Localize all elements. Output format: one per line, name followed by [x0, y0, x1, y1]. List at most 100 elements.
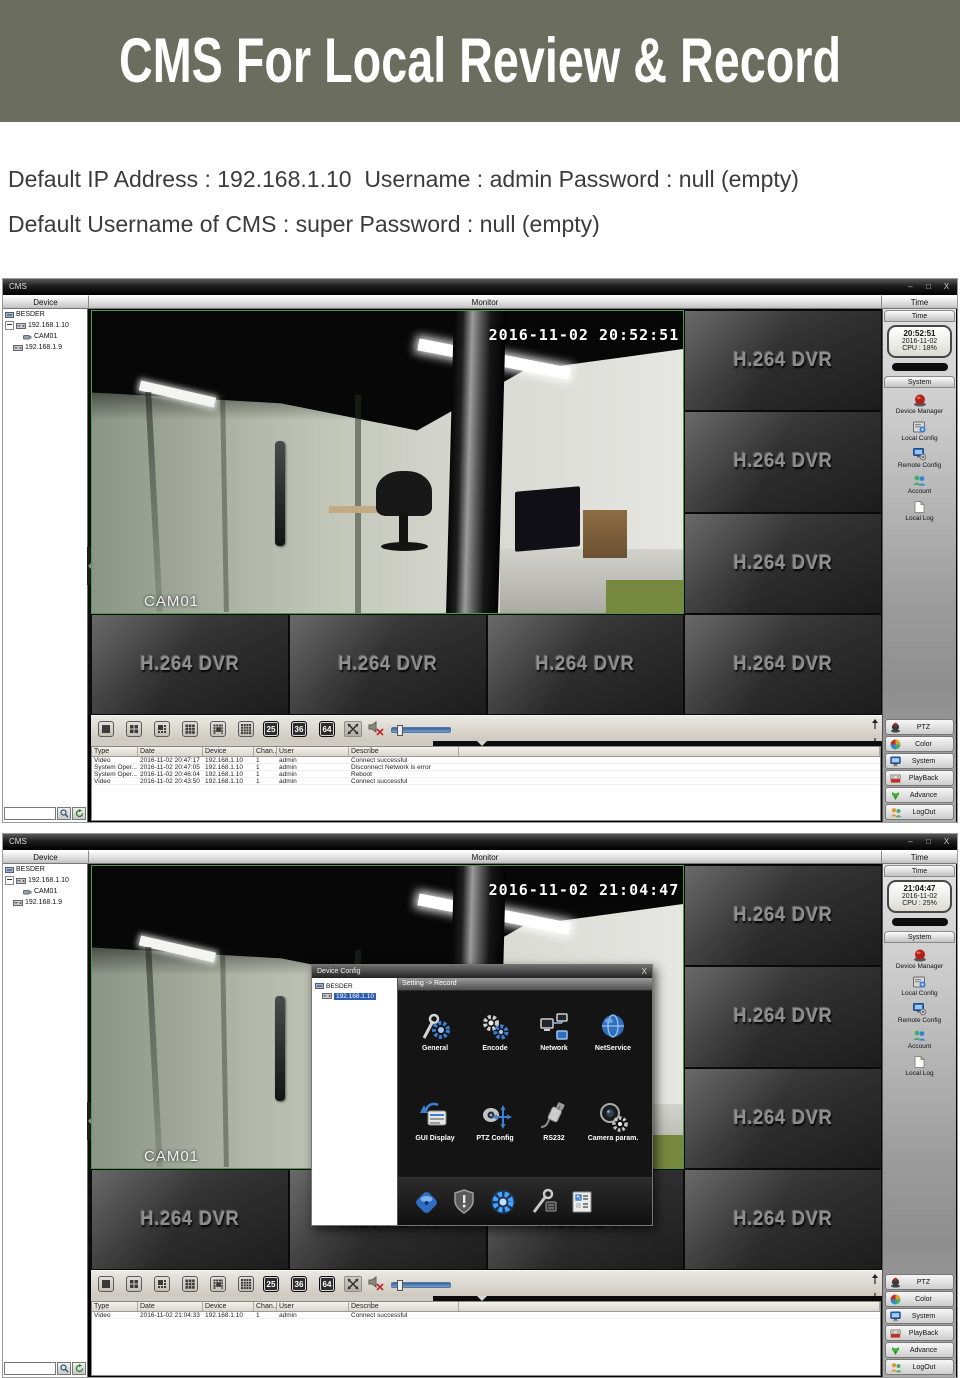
close-button[interactable]: X: [941, 834, 952, 850]
advance-button[interactable]: Advance: [885, 787, 954, 803]
scroll-up-icon[interactable]: [870, 719, 880, 730]
camera-param-settings-button[interactable]: Camera param.: [584, 1101, 642, 1142]
live-view-cam01[interactable]: 2016-11-02 20:52:51 CAM01: [91, 310, 684, 614]
volume-slider-thumb[interactable]: [397, 1280, 403, 1291]
layout-9-button[interactable]: [182, 721, 198, 737]
video-tile[interactable]: H.264 DVR: [684, 1068, 882, 1169]
rs232-settings-button[interactable]: RS232: [525, 1101, 583, 1142]
device-manager-button[interactable]: Device Manager: [883, 948, 956, 970]
layout-25-button[interactable]: 25: [263, 721, 279, 737]
settings-gear-active-icon[interactable]: [486, 1187, 520, 1217]
minimize-button[interactable]: –: [905, 834, 916, 850]
logout-button[interactable]: LogOut: [885, 804, 954, 820]
tree-item-device2[interactable]: 192.168.1.9: [3, 897, 87, 908]
layout-16-button[interactable]: [238, 721, 254, 737]
local-config-button[interactable]: Local Config: [883, 420, 956, 442]
dialog-tree-root[interactable]: BESDER: [312, 981, 397, 991]
video-tile[interactable]: H.264 DVR: [684, 614, 882, 715]
maximize-button[interactable]: □: [923, 279, 934, 295]
minimize-button[interactable]: –: [905, 279, 916, 295]
video-tile[interactable]: H.264 DVR: [684, 1169, 882, 1270]
layout-64-button[interactable]: 64: [319, 721, 335, 737]
tree-item-device1[interactable]: 192.168.1.10: [3, 875, 87, 886]
remote-config-button[interactable]: Remote Config: [883, 447, 956, 469]
tree-item-camera[interactable]: CAM01: [3, 331, 87, 342]
dialog-close-button[interactable]: X: [642, 965, 647, 978]
logout-button[interactable]: LogOut: [885, 1359, 954, 1375]
video-tile[interactable]: H.264 DVR: [684, 966, 882, 1067]
layout-1-button[interactable]: [98, 1276, 114, 1292]
layout-16-button[interactable]: [238, 1276, 254, 1292]
layout-6-button[interactable]: [154, 721, 170, 737]
system-button[interactable]: System: [885, 753, 954, 769]
log-row[interactable]: Video2016-11-02 20:43:50192.168.1.101adm…: [92, 778, 880, 785]
security-shield-icon[interactable]: [451, 1188, 477, 1216]
layout-6-button[interactable]: [154, 1276, 170, 1292]
ptz-button[interactable]: PTZ: [885, 1274, 954, 1290]
mute-button[interactable]: [367, 1275, 385, 1296]
video-tile[interactable]: H.264 DVR: [684, 310, 882, 411]
layout-64-button[interactable]: 64: [319, 1276, 335, 1292]
device-search-input[interactable]: [4, 807, 56, 820]
refresh-button[interactable]: [72, 807, 86, 820]
advance-button[interactable]: Advance: [885, 1342, 954, 1358]
video-tile[interactable]: H.264 DVR: [91, 1169, 289, 1270]
volume-slider[interactable]: [391, 727, 451, 733]
layout-4-button[interactable]: [126, 721, 142, 737]
tree-item-root[interactable]: BESDER: [3, 309, 87, 320]
playback-button[interactable]: PlayBack: [885, 1325, 954, 1341]
maximize-button[interactable]: □: [923, 834, 934, 850]
log-row[interactable]: Video2016-11-02 21:04:33192.168.1.101adm…: [92, 1312, 880, 1319]
video-tile[interactable]: H.264 DVR: [289, 614, 487, 715]
layout-1-button[interactable]: [98, 721, 114, 737]
local-log-button[interactable]: Local Log: [883, 1055, 956, 1077]
remote-config-button[interactable]: Remote Config: [883, 1002, 956, 1024]
device-manager-button[interactable]: Device Manager: [883, 393, 956, 415]
layout-9-button[interactable]: [182, 1276, 198, 1292]
collapse-minus-icon[interactable]: [5, 321, 14, 330]
layout-36-button[interactable]: 36: [291, 721, 307, 737]
system-button[interactable]: System: [885, 1308, 954, 1324]
layout-13-button[interactable]: [210, 721, 226, 737]
mute-button[interactable]: [367, 720, 385, 741]
scroll-up-icon[interactable]: [870, 1274, 880, 1285]
log-row[interactable]: System Oper...2016-11-02 20:47:05192.168…: [92, 764, 880, 771]
collapse-minus-icon[interactable]: [5, 876, 14, 885]
color-button[interactable]: Color: [885, 736, 954, 752]
general-settings-button[interactable]: General: [406, 1011, 464, 1052]
dialog-tree-device-selected[interactable]: 192.168.1.10: [312, 991, 397, 1001]
search-button[interactable]: [57, 807, 71, 820]
storage-category-icon[interactable]: [412, 1188, 442, 1216]
account-button[interactable]: Account: [883, 1029, 956, 1050]
encode-settings-button[interactable]: Encode: [466, 1011, 524, 1052]
color-button[interactable]: Color: [885, 1291, 954, 1307]
video-tile[interactable]: H.264 DVR: [684, 865, 882, 966]
playback-button[interactable]: PlayBack: [885, 770, 954, 786]
account-button[interactable]: Account: [883, 474, 956, 495]
layout-4-button[interactable]: [126, 1276, 142, 1292]
ptz-button[interactable]: PTZ: [885, 719, 954, 735]
device-search-input[interactable]: [4, 1362, 56, 1375]
advanced-tools-icon[interactable]: [529, 1188, 559, 1216]
volume-slider[interactable]: [391, 1282, 451, 1288]
layout-36-button[interactable]: 36: [291, 1276, 307, 1292]
fullscreen-button[interactable]: [344, 721, 362, 737]
video-tile[interactable]: H.264 DVR: [684, 411, 882, 512]
tree-item-camera[interactable]: CAM01: [3, 886, 87, 897]
layout-25-button[interactable]: 25: [263, 1276, 279, 1292]
local-config-button[interactable]: Local Config: [883, 975, 956, 997]
tree-item-device2[interactable]: 192.168.1.9: [3, 342, 87, 353]
gui-display-settings-button[interactable]: GUI Display: [406, 1101, 464, 1142]
volume-slider-thumb[interactable]: [397, 725, 403, 736]
log-row[interactable]: Video2016-11-02 20:47:17192.168.1.101adm…: [92, 757, 880, 764]
video-tile[interactable]: H.264 DVR: [91, 614, 289, 715]
video-tile[interactable]: H.264 DVR: [684, 513, 882, 614]
local-log-button[interactable]: Local Log: [883, 500, 956, 522]
ptz-config-settings-button[interactable]: PTZ Config: [466, 1101, 524, 1142]
tree-item-device1[interactable]: 192.168.1.10: [3, 320, 87, 331]
log-row[interactable]: System Oper...2016-11-02 20:46:04192.168…: [92, 771, 880, 778]
search-button[interactable]: [57, 1362, 71, 1375]
video-tile[interactable]: H.264 DVR: [487, 614, 685, 715]
layout-13-button[interactable]: [210, 1276, 226, 1292]
tree-item-root[interactable]: BESDER: [3, 864, 87, 875]
